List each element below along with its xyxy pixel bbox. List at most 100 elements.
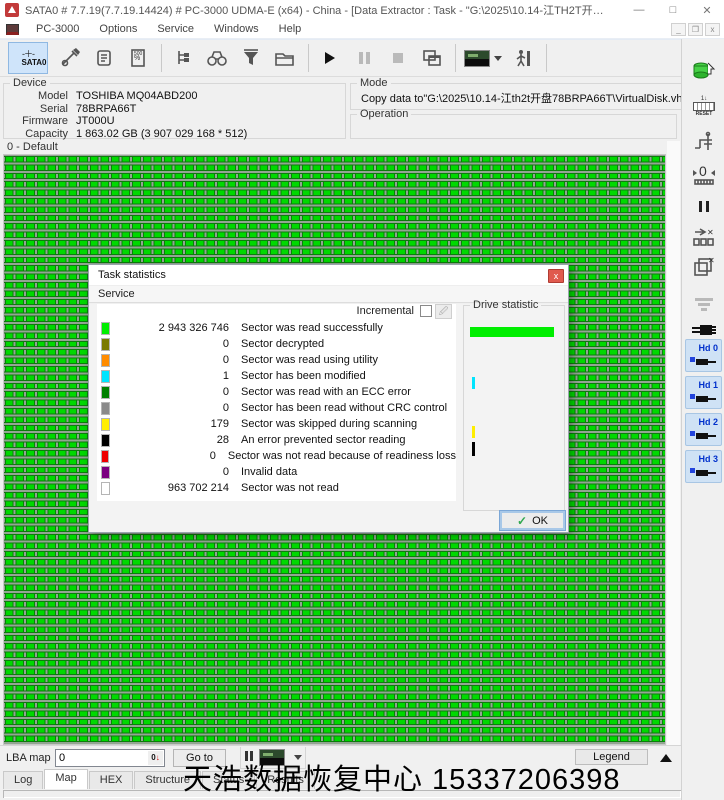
svg-text:0: 0 (699, 163, 707, 179)
menu-help[interactable]: Help (269, 23, 312, 35)
stat-row: 0 Sector was not read because of readines… (97, 448, 456, 464)
lba-input[interactable] (56, 750, 148, 766)
stat-row: 0 Sector has been read without CRC contro… (97, 400, 456, 416)
dialog-title-bar[interactable]: Task statistics x (89, 265, 568, 286)
tools-icon (61, 48, 80, 67)
stat-value: 2 943 326 746 (158, 322, 229, 334)
head-2-button[interactable]: Hd 2 (685, 413, 722, 446)
pc3000-menu-icon (6, 23, 19, 35)
toolbar-separator (308, 44, 309, 72)
stop-button[interactable] (382, 43, 414, 73)
map-scrollbar[interactable] (667, 141, 680, 745)
skip-sectors-button[interactable]: ✕ (690, 225, 718, 251)
open-folder-icon (275, 53, 294, 66)
watermark-text: 天浩数据恢复中心 15337206398 (183, 764, 621, 796)
stat-color-chip (101, 465, 110, 479)
device-field-label: Model (38, 90, 68, 102)
operation-group-label: Operation (360, 108, 409, 120)
stat-value: 0 (222, 338, 229, 350)
menu-pc3000[interactable]: PC-3000 (26, 23, 89, 35)
close-button[interactable]: ✕ (690, 0, 724, 20)
close-maps-button[interactable]: ✕ (690, 255, 718, 281)
mode-value: Copy data to"G:\2025\10.14-江th2t开盘78BRPA… (361, 93, 698, 105)
head-3-button[interactable]: Hd 3 (685, 450, 722, 483)
ok-label: OK (532, 514, 548, 527)
toolbar-separator (546, 44, 547, 72)
collapse-panel-button[interactable] (656, 750, 675, 765)
play-icon (325, 52, 335, 64)
exit-task-button[interactable] (507, 43, 539, 73)
pause-task-button[interactable] (690, 195, 718, 221)
start-button[interactable] (314, 43, 346, 73)
stat-row: 179 Sector was skipped during scanning (97, 416, 456, 432)
brush-button[interactable]: 🖉 (435, 304, 452, 319)
device-field-label: Firmware (22, 115, 68, 127)
ok-button[interactable]: ✓ OK (499, 510, 566, 531)
mdi-minimize-button[interactable]: _ (671, 23, 686, 36)
copy-data-button[interactable] (690, 57, 718, 83)
cascade-windows-icon (423, 50, 441, 66)
stat-value: 0 (209, 450, 216, 462)
stat-label: Sector has been read without CRC control (241, 402, 448, 414)
svg-text:500: 500 (134, 51, 143, 57)
stat-label: Sector was read with an ECC error (241, 386, 411, 398)
cascade-close-icon: ✕ (694, 256, 715, 276)
utility-tools-button[interactable] (54, 43, 86, 73)
stat-value: 179 (210, 418, 229, 430)
drive-stat-skipped-tick (472, 426, 475, 438)
stat-value: 0 (222, 386, 229, 398)
binoculars-icon (207, 51, 227, 66)
menu-windows[interactable]: Windows (204, 23, 269, 35)
reset-drive-button[interactable]: 1↓ RESET (690, 93, 718, 119)
menu-options[interactable]: Options (89, 23, 147, 35)
head-1-button[interactable]: Hd 1 (685, 376, 722, 409)
mdi-restore-button[interactable]: ❐ (688, 23, 703, 36)
tab-map[interactable]: Map (44, 769, 88, 789)
device-serial-value: 78BRPA66T (76, 102, 137, 115)
lba-input-wrap: 0↓ (55, 749, 165, 767)
filter-disabled-button[interactable] (690, 291, 718, 317)
report-percent-button[interactable]: % 500 (122, 43, 154, 73)
dialog-close-button[interactable]: x (548, 269, 564, 283)
mdi-close-button[interactable]: x (705, 23, 720, 36)
lba-map-label: LBA map (6, 752, 51, 764)
map-view-dropdown[interactable] (461, 43, 505, 73)
maximize-button[interactable]: □ (656, 0, 690, 20)
stat-value: 28 (216, 434, 229, 446)
script-log-button[interactable] (88, 43, 120, 73)
zero-counter-button[interactable]: 0 (690, 161, 718, 187)
tab-hex[interactable]: HEX (88, 771, 134, 789)
drive-stat-error-tick (472, 442, 475, 456)
stat-color-chip (101, 353, 110, 367)
tab-log[interactable]: Log (3, 771, 44, 789)
info-panel: Device Model TOSHIBA MQ04ABD200 Serial 78B… (0, 77, 705, 141)
stat-value: 963 702 214 (167, 482, 229, 494)
cascade-windows-button[interactable] (416, 43, 448, 73)
stat-row: 0 Sector was read using utility (97, 352, 456, 368)
head-icon (690, 394, 716, 402)
pause-button[interactable] (348, 43, 380, 73)
device-group: Device Model TOSHIBA MQ04ABD200 Serial 78B… (3, 77, 346, 140)
head-0-button[interactable]: Hd 0 (685, 339, 722, 372)
commutator-button[interactable] (690, 129, 718, 155)
percent-doc-icon: %500 (131, 49, 145, 67)
toolbar-separator (455, 44, 456, 72)
stat-color-chip (101, 385, 110, 399)
stat-value: 0 (222, 466, 229, 478)
hd1-label: Hd 1 (698, 380, 718, 390)
map-partition-label: 0 - Default (7, 141, 58, 153)
incremental-checkbox[interactable] (420, 305, 432, 317)
minimize-button[interactable]: — (622, 0, 656, 20)
stat-row: 2 943 326 746 Sector was read successfull… (97, 320, 456, 336)
drive-stat-read-bar (470, 327, 554, 337)
open-task-button[interactable] (269, 43, 301, 73)
lba-format-toggle[interactable]: 0↓ (148, 751, 163, 765)
search-button[interactable] (201, 43, 233, 73)
skip-sectors-icon: ✕ (693, 228, 714, 246)
sata0-port-button[interactable]: -＋- SATA0 (8, 42, 48, 74)
pause-icon (358, 52, 370, 64)
filter-button[interactable] (235, 43, 267, 73)
menu-service[interactable]: Service (147, 23, 204, 35)
structure-tree-button[interactable] (167, 43, 199, 73)
dialog-menu-service[interactable]: Service (98, 288, 135, 300)
